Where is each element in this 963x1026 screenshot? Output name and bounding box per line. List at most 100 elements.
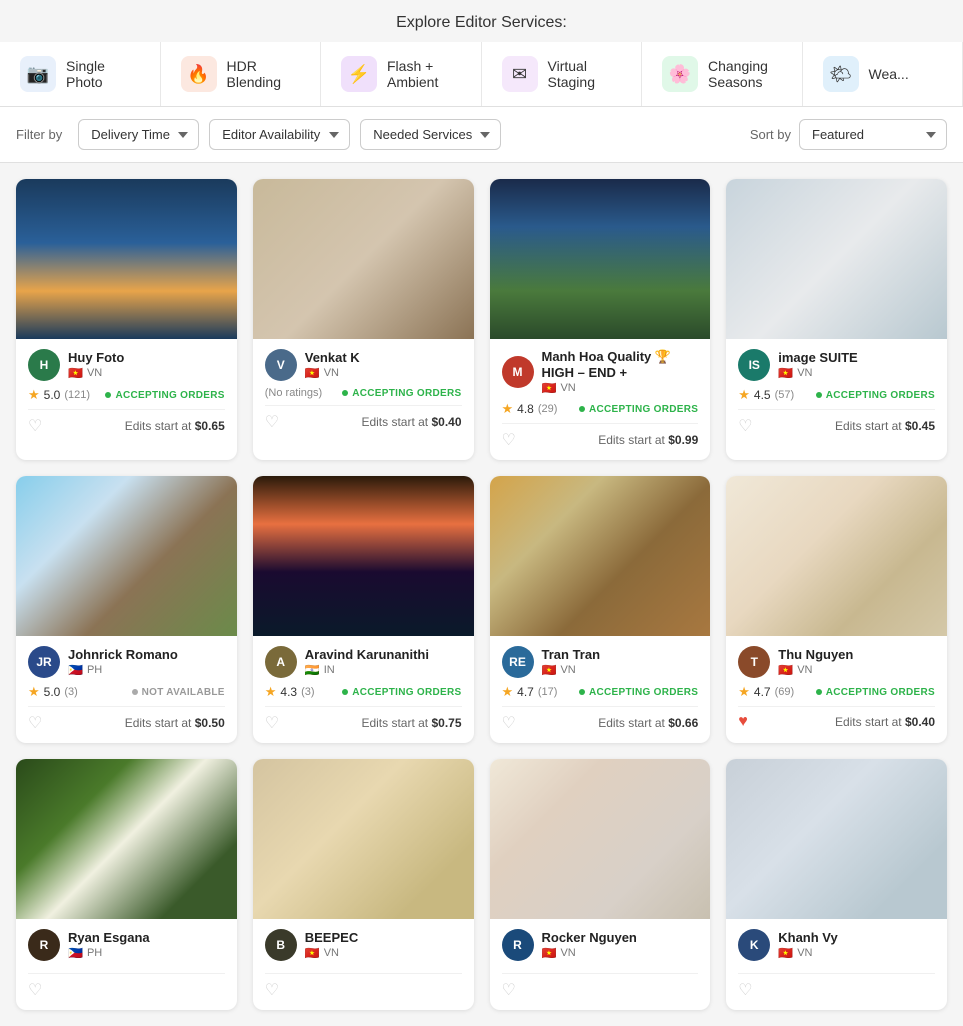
card-user: T Thu Nguyen 🇻🇳 VN	[738, 646, 935, 678]
editor-availability-filter[interactable]: Editor Availability	[209, 119, 350, 150]
user-name: Tran Tran	[542, 647, 601, 662]
like-button[interactable]: ♡	[265, 412, 279, 432]
country-code: VN	[560, 664, 575, 676]
card-body: A Aravind Karunanithi 🇮🇳 IN ★4.3(3) ACCE…	[253, 636, 474, 743]
flag-icon: 🇻🇳	[778, 663, 793, 677]
status-text: ACCEPTING ORDERS	[115, 390, 224, 401]
card-body: T Thu Nguyen 🇻🇳 VN ★4.7(69) ACCEPTING OR…	[726, 636, 947, 741]
card-beepec: B BEEPEC 🇻🇳 VN ♡	[253, 759, 474, 1010]
user-country: 🇻🇳 VN	[542, 381, 699, 395]
hdr-blending-label: HDR Blending	[227, 58, 301, 90]
status-badge: ACCEPTING ORDERS	[342, 687, 461, 698]
price-row: ♡ Edits start at $0.50	[28, 706, 225, 733]
virtual-staging-label: Virtual Staging	[548, 58, 622, 90]
avatar: RE	[502, 646, 534, 678]
like-button[interactable]: ♡	[502, 430, 516, 450]
rating: ★4.3(3)	[265, 684, 315, 700]
cards-grid: H Huy Foto 🇻🇳 VN ★5.0(121) ACCEPTING ORD…	[0, 163, 963, 1026]
service-item-weather[interactable]: 🌤 Wea...	[803, 42, 963, 106]
user-info: Rocker Nguyen 🇻🇳 VN	[542, 930, 637, 960]
card-image	[16, 179, 237, 339]
status-text: ACCEPTING ORDERS	[826, 687, 935, 698]
card-khanh-vy: K Khanh Vy 🇻🇳 VN ♡	[726, 759, 947, 1010]
price-amount: $0.66	[668, 716, 698, 730]
user-country: 🇵🇭 PH	[68, 946, 150, 960]
rating-value: 4.8	[517, 402, 534, 416]
service-item-hdr-blending[interactable]: 🔥 HDR Blending	[161, 42, 322, 106]
like-button[interactable]: ♡	[265, 980, 279, 1000]
price-row: ♡	[738, 973, 935, 1000]
user-country: 🇻🇳 VN	[542, 663, 601, 677]
card-body: H Huy Foto 🇻🇳 VN ★5.0(121) ACCEPTING ORD…	[16, 339, 237, 446]
needed-services-filter[interactable]: Needed Services	[360, 119, 501, 150]
like-button[interactable]: ♡	[502, 980, 516, 1000]
rating: ★ 5.0(3)	[28, 684, 78, 700]
avatar: IS	[738, 349, 770, 381]
service-item-single-photo[interactable]: 📷 Single Photo	[0, 42, 161, 106]
status-badge: ACCEPTING ORDERS	[816, 687, 935, 698]
price-amount: $0.40	[431, 415, 461, 429]
card-body: IS image SUITE 🇻🇳 VN ★4.5(57) ACCEPTING …	[726, 339, 947, 446]
service-item-changing-seasons[interactable]: 🌸 Changing Seasons	[642, 42, 803, 106]
service-item-virtual-staging[interactable]: ✉ Virtual Staging	[482, 42, 643, 106]
card-ryan-esgana: R Ryan Esgana 🇵🇭 PH ♡	[16, 759, 237, 1010]
like-button[interactable]: ♡	[28, 713, 42, 733]
user-country: 🇮🇳 IN	[305, 663, 429, 677]
rating-count: (3)	[301, 686, 314, 698]
status-badge: ACCEPTING ORDERS	[816, 390, 935, 401]
star-icon: ★	[28, 684, 40, 700]
card-aravind-karunanithi: A Aravind Karunanithi 🇮🇳 IN ★4.3(3) ACCE…	[253, 476, 474, 743]
rating-value: 4.7	[754, 685, 771, 699]
card-body: RE Tran Tran 🇻🇳 VN ★4.7(17) ACCEPTING OR…	[490, 636, 711, 743]
rating: ★5.0(121)	[28, 387, 90, 403]
status-text: NOT AVAILABLE	[142, 687, 225, 698]
status-text: ACCEPTING ORDERS	[826, 390, 935, 401]
card-user: B BEEPEC 🇻🇳 VN	[265, 929, 462, 961]
like-button[interactable]: ♡	[28, 416, 42, 436]
user-info: Tran Tran 🇻🇳 VN	[542, 647, 601, 677]
flag-icon: 🇻🇳	[68, 366, 83, 380]
rating-count: (3)	[64, 686, 77, 698]
flag-icon: 🇵🇭	[68, 663, 83, 677]
user-info: Thu Nguyen 🇻🇳 VN	[778, 647, 853, 677]
card-image	[726, 476, 947, 636]
user-name: image SUITE	[778, 350, 857, 365]
like-button[interactable]: ♡	[738, 980, 752, 1000]
card-stats: ★5.0(121) ACCEPTING ORDERS	[28, 387, 225, 403]
flag-icon: 🇻🇳	[778, 946, 793, 960]
avatar: M	[502, 356, 534, 388]
user-name: Manh Hoa Quality 🏆HIGH – END +	[542, 349, 699, 380]
sort-select[interactable]: FeaturedPrice: Low to HighPrice: High to…	[799, 119, 947, 150]
card-image	[16, 476, 237, 636]
user-country: 🇵🇭 PH	[68, 663, 178, 677]
like-button[interactable]: ♡	[502, 713, 516, 733]
like-button[interactable]: ♡	[738, 416, 752, 436]
service-item-flash-ambient[interactable]: ⚡ Flash + Ambient	[321, 42, 482, 106]
status-dot	[816, 392, 822, 398]
price-row: ♡ Edits start at $0.66	[502, 706, 699, 733]
delivery-time-filter[interactable]: Delivery Time	[78, 119, 199, 150]
card-huy-foto: H Huy Foto 🇻🇳 VN ★5.0(121) ACCEPTING ORD…	[16, 179, 237, 460]
price-amount: $0.45	[905, 419, 935, 433]
price-row: ♡ Edits start at $0.65	[28, 409, 225, 436]
rating-value: 5.0	[44, 388, 61, 402]
rating-value: 5.0	[44, 685, 61, 699]
like-button[interactable]: ♡	[265, 713, 279, 733]
status-dot	[105, 392, 111, 398]
weather-label: Wea...	[869, 66, 909, 82]
filter-by-label: Filter by	[16, 127, 62, 142]
like-button[interactable]: ♥	[738, 713, 748, 731]
avatar: R	[502, 929, 534, 961]
price-row: ♥ Edits start at $0.40	[738, 706, 935, 731]
country-code: VN	[797, 664, 812, 676]
user-name: Thu Nguyen	[778, 647, 853, 662]
like-button[interactable]: ♡	[28, 980, 42, 1000]
card-user: R Ryan Esgana 🇵🇭 PH	[28, 929, 225, 961]
flag-icon: 🇻🇳	[542, 381, 557, 395]
status-dot	[816, 689, 822, 695]
flag-icon: 🇻🇳	[305, 366, 320, 380]
status-text: ACCEPTING ORDERS	[589, 687, 698, 698]
card-body: B BEEPEC 🇻🇳 VN ♡	[253, 919, 474, 1010]
status-dot	[579, 689, 585, 695]
user-country: 🇻🇳 VN	[542, 946, 637, 960]
